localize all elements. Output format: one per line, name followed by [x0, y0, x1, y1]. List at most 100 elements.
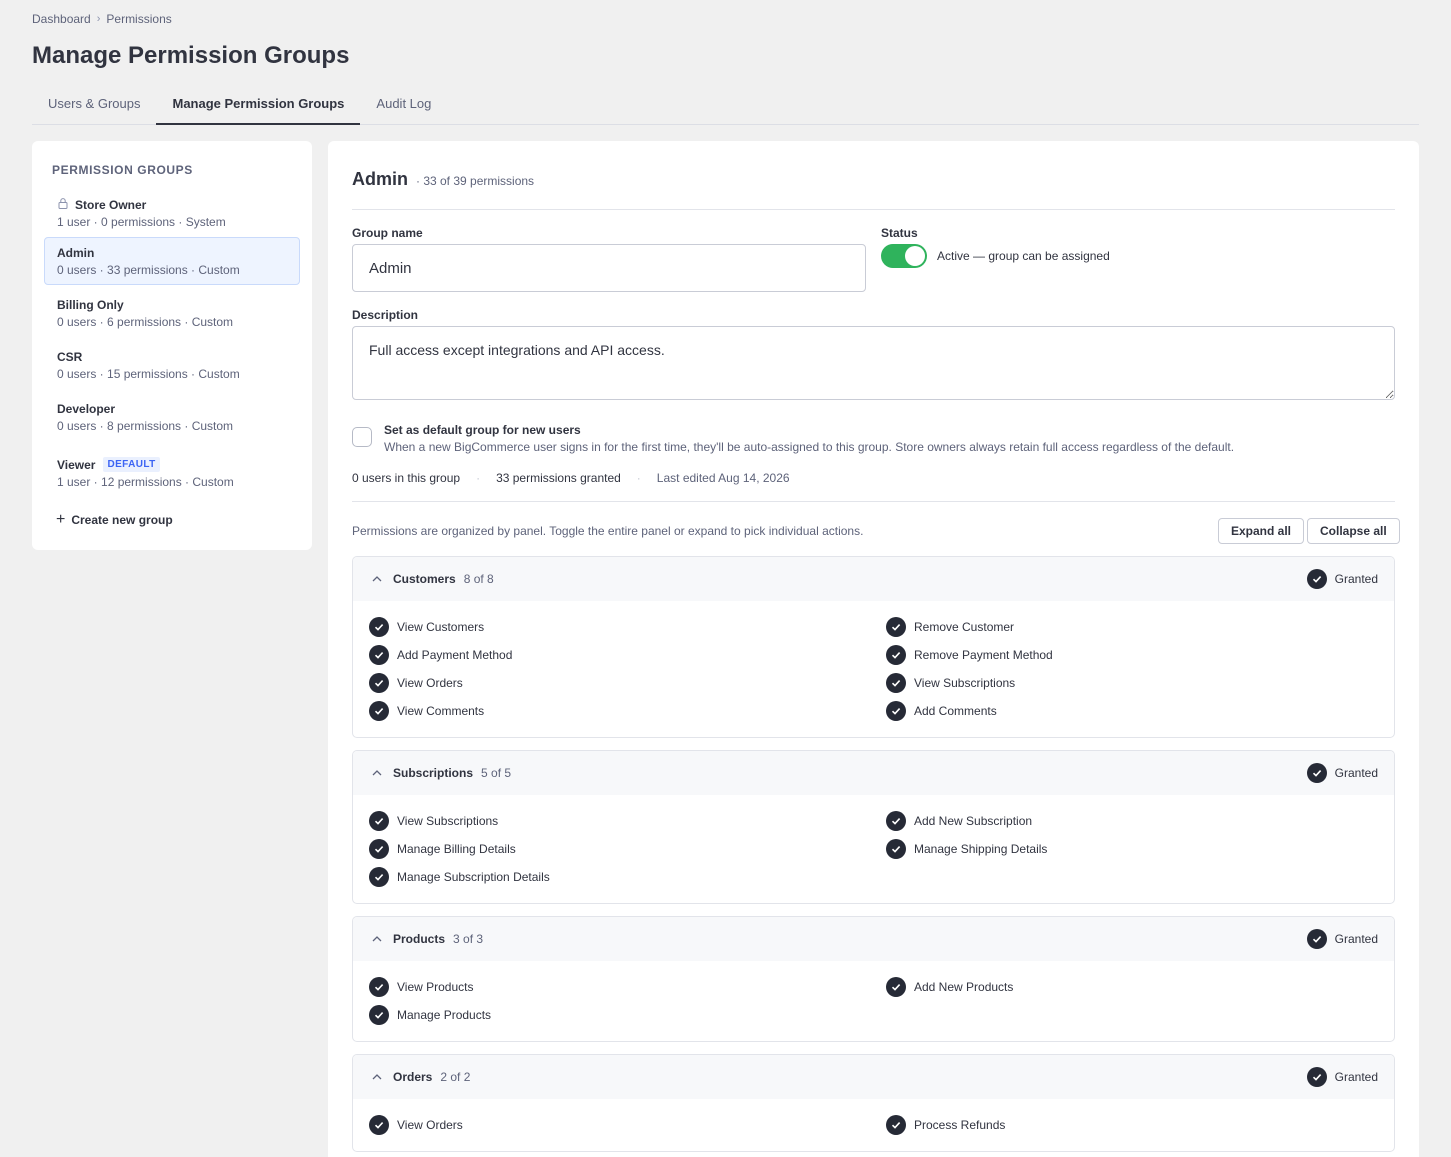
permission-item[interactable]: Manage Billing Details [369, 839, 516, 859]
permission-item[interactable]: Manage Shipping Details [886, 839, 1047, 859]
tab-users-groups[interactable]: Users & Groups [32, 86, 156, 124]
permission-item[interactable]: Add New Subscription [886, 811, 1032, 831]
sidebar-item-developer[interactable]: Developer 0 users · 8 permissions · Cust… [44, 393, 300, 441]
permission-item[interactable]: Add New Products [886, 977, 1013, 997]
stat-users: 0 users in this group [352, 471, 461, 485]
permission-item[interactable]: Manage Products [369, 1005, 491, 1025]
group-name-input[interactable] [352, 244, 866, 292]
permission-item[interactable]: Manage Subscription Details [369, 867, 550, 887]
divider [352, 209, 1395, 210]
chevron-up-icon[interactable] [369, 765, 385, 781]
permission-item[interactable]: Remove Payment Method [886, 645, 1053, 665]
permission-label: Add Comments [914, 704, 997, 718]
permission-item[interactable]: Remove Customer [886, 617, 1014, 637]
breadcrumb: Dashboard › Permissions [32, 12, 172, 26]
permission-label: View Subscriptions [914, 676, 1016, 690]
check-icon [886, 811, 906, 831]
check-icon [1306, 1067, 1327, 1087]
panel-count: 5 of 5 [481, 766, 512, 780]
breadcrumb-permissions[interactable]: Permissions [106, 12, 171, 26]
permission-item[interactable]: View Comments [369, 701, 484, 721]
permission-item[interactable]: Add Comments [886, 701, 997, 721]
chevron-up-icon[interactable] [369, 931, 385, 947]
permission-label: View Products [397, 980, 474, 994]
permission-item[interactable]: Process Refunds [886, 1115, 1005, 1135]
sidebar-item-meta: 1 user · 12 permissions · Custom [57, 475, 234, 489]
status-toggle[interactable] [881, 244, 927, 268]
sidebar-item-store-owner[interactable]: Store Owner 1 user · 0 permissions · Sys… [44, 189, 300, 237]
sidebar-item-csr[interactable]: CSR 0 users · 15 permissions · Custom [44, 341, 300, 389]
tab-audit-log[interactable]: Audit Log [360, 86, 447, 124]
sidebar-title: PERMISSION GROUPS [52, 163, 193, 177]
permission-item[interactable]: View Orders [369, 673, 463, 693]
permission-label: View Comments [397, 704, 485, 718]
check-icon [1306, 929, 1327, 949]
permission-label: Add Payment Method [397, 648, 513, 662]
chevron-up-icon[interactable] [369, 571, 385, 587]
sidebar-item-name: Viewer [57, 457, 96, 472]
permission-item[interactable]: View Orders [369, 1115, 463, 1135]
status-label: Status [881, 226, 918, 240]
sidebar-item-name: Billing Only [57, 297, 124, 312]
check-icon [886, 839, 906, 859]
panel-subscriptions: Subscriptions 5 of 5 Granted View Subscr… [352, 750, 1395, 904]
panel-products: Products 3 of 3 Granted View Products Ad… [352, 916, 1395, 1042]
create-group-button[interactable]: + Create new group [56, 511, 173, 528]
sidebar-item-billing-only[interactable]: Billing Only 0 users · 6 permissions · C… [44, 289, 300, 337]
permission-label: Add New Subscription [914, 814, 1033, 828]
toggle-knob [905, 246, 925, 266]
check-icon [886, 645, 906, 665]
panel-granted-toggle[interactable]: Granted [1306, 569, 1378, 589]
panel-orders: Orders 2 of 2 Granted View Orders Proces… [352, 1054, 1395, 1152]
panel-granted-toggle[interactable]: Granted [1306, 929, 1378, 949]
tab-bar: Users & Groups Manage Permission Groups … [32, 86, 1419, 125]
default-group-title: Set as default group for new users [384, 423, 581, 437]
panel-count: 8 of 8 [463, 572, 494, 586]
sidebar-item-name: CSR [57, 349, 83, 364]
tab-manage-permission-groups[interactable]: Manage Permission Groups [156, 86, 361, 125]
status-text: Active — group can be assigned [937, 249, 1110, 263]
panel-count: 3 of 3 [453, 932, 484, 946]
permission-item[interactable]: View Subscriptions [369, 811, 498, 831]
permission-item[interactable]: View Customers [369, 617, 484, 637]
check-icon [886, 977, 906, 997]
description-label: Description [352, 308, 419, 322]
permission-label: Manage Billing Details [397, 842, 516, 856]
permission-item[interactable]: Add Payment Method [369, 645, 512, 665]
panel-name: Orders [393, 1070, 433, 1084]
sidebar-item-name: Store Owner [75, 197, 147, 212]
expand-all-button[interactable]: Expand all [1218, 518, 1305, 544]
sidebar-item-viewer[interactable]: Viewer DEFAULT 1 user · 12 permissions ·… [44, 449, 300, 497]
collapse-all-button[interactable]: Collapse all [1307, 518, 1400, 544]
breadcrumb-dashboard[interactable]: Dashboard [32, 12, 91, 26]
permission-label: Remove Payment Method [914, 648, 1053, 662]
panel-name: Subscriptions [393, 766, 474, 780]
permission-label: View Customers [397, 620, 485, 634]
check-icon [1306, 763, 1327, 783]
group-detail-panel: Admin · 33 of 39 permissions Group name … [328, 141, 1419, 1157]
granted-label: Granted [1334, 1070, 1378, 1084]
sidebar-item-admin[interactable]: Admin 0 users · 33 permissions · Custom [44, 237, 300, 285]
default-badge: DEFAULT [103, 457, 160, 472]
detail-title: Admin [352, 169, 408, 189]
plus-icon: + [56, 511, 66, 528]
panel-granted-toggle[interactable]: Granted [1306, 1067, 1378, 1087]
panel-customers: Customers 8 of 8 Granted View Customers … [352, 556, 1395, 738]
permission-label: Manage Products [397, 1008, 492, 1022]
group-name-label: Group name [352, 226, 423, 240]
panel-granted-toggle[interactable]: Granted [1306, 763, 1378, 783]
check-icon [886, 673, 906, 693]
check-icon [886, 701, 906, 721]
default-group-checkbox[interactable] [352, 427, 372, 447]
check-icon [369, 839, 389, 859]
chevron-up-icon[interactable] [369, 1069, 385, 1085]
permission-label: Manage Shipping Details [914, 842, 1048, 856]
check-icon [369, 617, 389, 637]
default-group-description: When a new BigCommerce user signs in for… [384, 440, 1235, 454]
check-icon [369, 701, 389, 721]
permission-item[interactable]: View Products [369, 977, 473, 997]
check-icon [369, 1005, 389, 1025]
sidebar-item-name: Admin [57, 245, 95, 260]
description-textarea[interactable]: Full access except integrations and API … [352, 326, 1395, 400]
permission-item[interactable]: View Subscriptions [886, 673, 1015, 693]
